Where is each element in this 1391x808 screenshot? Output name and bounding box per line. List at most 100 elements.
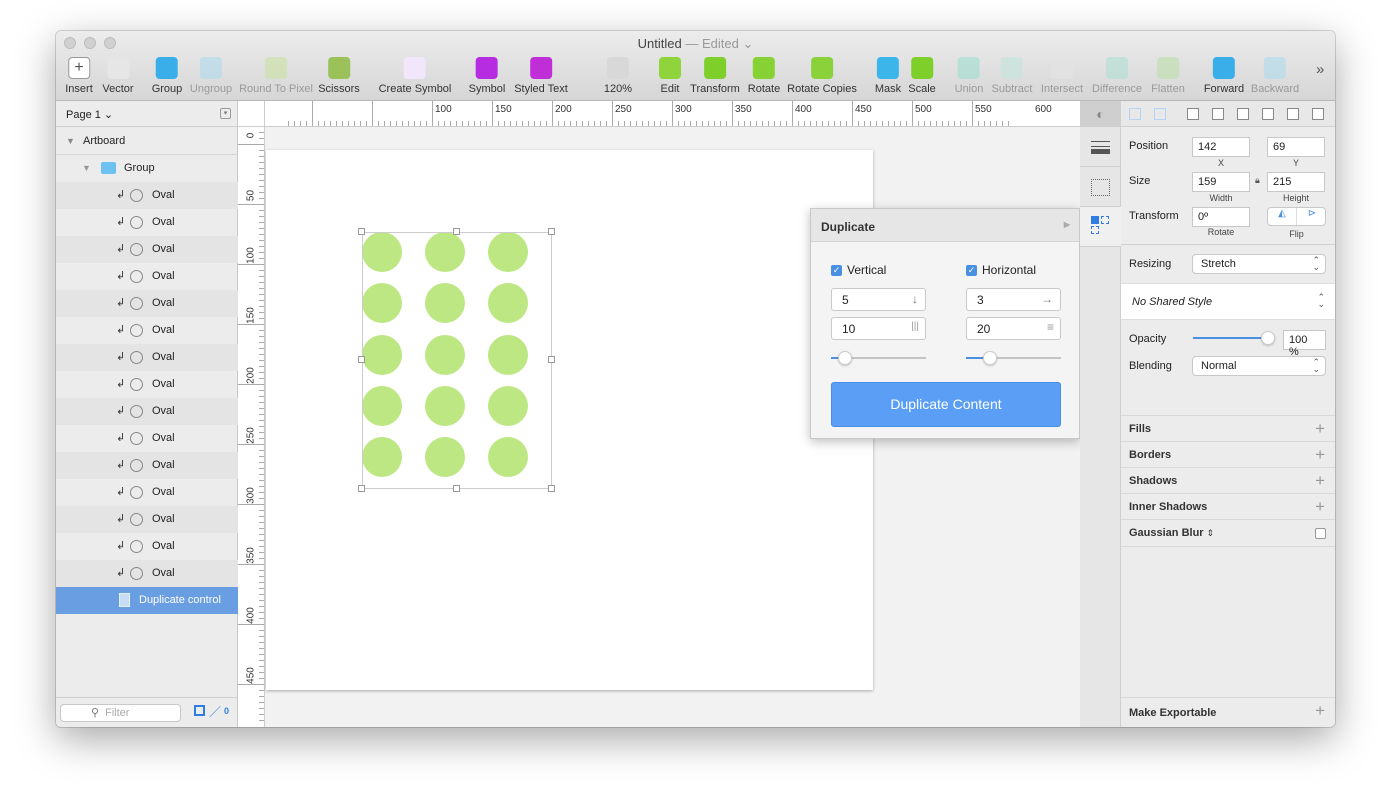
resize-handle[interactable] — [548, 228, 555, 235]
toolbar-rotate-button[interactable]: Rotate — [748, 57, 780, 95]
resize-handle[interactable] — [358, 356, 365, 363]
layer-oval[interactable]: ↲ Oval — [56, 398, 238, 425]
slider-knob[interactable] — [838, 351, 853, 365]
layer-oval[interactable]: ↲ Oval — [56, 263, 238, 290]
resize-handle[interactable] — [548, 485, 555, 492]
toolbar-backward-button[interactable]: Backward — [1251, 57, 1299, 95]
align-left-icon[interactable] — [1187, 108, 1199, 120]
borders-section[interactable]: Borders + — [1121, 441, 1335, 467]
duplicate-content-button[interactable]: Duplicate Content — [831, 382, 1061, 427]
resize-handle[interactable] — [453, 228, 460, 235]
horizontal-checkbox[interactable]: ✓ — [966, 265, 977, 276]
toolbar-flatten-button[interactable]: Flatten — [1151, 57, 1185, 95]
toolbar-transform-button[interactable]: Transform — [690, 57, 740, 95]
vertical-spacing-input[interactable]: 10 ||| — [831, 317, 926, 340]
toolbar-scissors-button[interactable]: Scissors — [318, 57, 360, 95]
toolbar-overflow-button[interactable]: » — [1316, 61, 1324, 78]
gaussian-blur-section[interactable]: Gaussian Blur ⇕ — [1121, 519, 1335, 547]
fills-section[interactable]: Fills + — [1121, 415, 1335, 441]
layer-oval[interactable]: ↲ Oval — [56, 371, 238, 398]
inner-shadows-section[interactable]: Inner Shadows + — [1121, 493, 1335, 519]
flip-vertical-button[interactable]: ⊳ — [1298, 208, 1326, 225]
opacity-slider[interactable] — [1193, 331, 1275, 345]
layer-oval[interactable]: ↲ Oval — [56, 209, 238, 236]
toolbar-rotate-copies-button[interactable]: Rotate Copies — [787, 57, 857, 95]
make-exportable-section[interactable]: Make Exportable + — [1121, 697, 1335, 727]
toolbar-120--button[interactable]: 120% — [604, 57, 632, 95]
pages-toggle-icon[interactable]: ▾ — [220, 108, 231, 119]
align-right-icon[interactable] — [1237, 108, 1249, 120]
toolbar-union-button[interactable]: Union — [955, 57, 983, 95]
rotate-input[interactable]: 0º — [1192, 207, 1250, 227]
distribute-vertical-icon[interactable] — [1154, 108, 1166, 120]
resizing-select[interactable]: Stretch ⌃ ⌄ — [1192, 254, 1326, 274]
toolbar-styled-text-button[interactable]: Styled Text — [514, 57, 568, 95]
lock-icon[interactable]: 🔒︎ — [1255, 175, 1260, 186]
width-input[interactable]: 159 — [1192, 172, 1250, 192]
horizontal-ruler[interactable]: 100150200250300350400450500550600650700 — [265, 101, 1080, 127]
align-middle-icon[interactable] — [1287, 108, 1299, 120]
slider-knob[interactable] — [982, 351, 997, 365]
toolbar-ungroup-button[interactable]: Ungroup — [190, 57, 232, 95]
add-icon[interactable]: + — [1315, 497, 1325, 517]
position-x-input[interactable]: 142 — [1192, 137, 1250, 157]
page-selector[interactable]: Page 1 ⌄ ▾ — [56, 101, 238, 127]
vertical-ruler[interactable]: 0 50 100 150 200 250 300 350 400 450 — [238, 127, 265, 727]
add-icon[interactable]: + — [1315, 445, 1325, 465]
shared-style-select[interactable]: No Shared Style ⌃ ⌄ — [1121, 283, 1335, 320]
toolbar-symbol-button[interactable]: Symbol — [469, 57, 505, 95]
resize-handle[interactable] — [453, 485, 460, 492]
toolbar-intersect-button[interactable]: Intersect — [1041, 57, 1083, 95]
resize-handle[interactable] — [358, 485, 365, 492]
document-name[interactable]: Untitled — [638, 36, 682, 51]
duplicate-panel-header[interactable]: Duplicate ▶ — [811, 209, 1079, 242]
layer-oval[interactable]: ↲ Oval — [56, 344, 238, 371]
color-picker-icon[interactable]: ◐ — [1080, 101, 1121, 127]
styles-filter-icon[interactable]: ／ — [209, 703, 221, 720]
height-input[interactable]: 215 — [1267, 172, 1325, 192]
distribute-horizontal-icon[interactable] — [1129, 108, 1141, 120]
slider-knob[interactable] — [1261, 331, 1275, 345]
shadows-section[interactable]: Shadows + — [1121, 467, 1335, 493]
add-icon[interactable]: + — [1315, 419, 1325, 439]
position-y-input[interactable]: 69 — [1267, 137, 1325, 157]
resize-handle[interactable] — [358, 228, 365, 235]
horizontal-count-input[interactable]: 3 → — [966, 288, 1061, 311]
align-center-h-icon[interactable] — [1212, 108, 1224, 120]
flip-horizontal-button[interactable]: ◭ — [1268, 208, 1297, 225]
layer-group[interactable]: ▼ Group — [56, 155, 238, 182]
vertical-spacing-slider[interactable] — [831, 351, 926, 365]
layer-oval[interactable]: ↲ Oval — [56, 182, 238, 209]
filter-input[interactable]: ⚲ Filter — [60, 704, 181, 722]
align-top-icon[interactable] — [1262, 108, 1274, 120]
blending-select[interactable]: Normal ⌃ ⌄ — [1192, 356, 1326, 376]
artboard[interactable] — [266, 150, 873, 690]
toolbar-create-symbol-button[interactable]: Create Symbol — [379, 57, 451, 95]
toolbar-scale-button[interactable]: Scale — [908, 57, 936, 95]
tab-duplicate[interactable] — [1080, 207, 1121, 247]
layer-oval[interactable]: ↲ Oval — [56, 533, 238, 560]
toolbar-vector-button[interactable]: Vector — [102, 57, 134, 95]
vertical-count-input[interactable]: 5 ↓ — [831, 288, 926, 311]
add-icon[interactable]: + — [1315, 471, 1325, 491]
blur-checkbox[interactable] — [1315, 528, 1326, 539]
toolbar-round-to-pixel-button[interactable]: Round To Pixel — [239, 57, 313, 95]
toolbar-forward-button[interactable]: Forward — [1204, 57, 1244, 95]
toolbar-mask-button[interactable]: Mask — [875, 57, 901, 95]
layer-oval[interactable]: ↲ Oval — [56, 236, 238, 263]
layer-oval[interactable]: ↲ Oval — [56, 479, 238, 506]
layer-duplicate-control[interactable]: Duplicate control — [56, 587, 238, 614]
layer-oval[interactable]: ↲ Oval — [56, 425, 238, 452]
toolbar-edit-button[interactable]: Edit — [659, 57, 681, 95]
align-bottom-icon[interactable] — [1312, 108, 1324, 120]
vertical-checkbox[interactable]: ✓ — [831, 265, 842, 276]
horizontal-spacing-input[interactable]: 20 ≡ — [966, 317, 1061, 340]
layer-artboard[interactable]: ▼ Artboard — [56, 128, 238, 155]
layer-oval[interactable]: ↲ Oval — [56, 506, 238, 533]
add-export-icon[interactable]: + — [1315, 701, 1325, 721]
symbols-filter-icon[interactable] — [194, 705, 205, 716]
tab-text-properties[interactable] — [1080, 167, 1121, 207]
layer-oval[interactable]: ↲ Oval — [56, 317, 238, 344]
toolbar-group-button[interactable]: Group — [152, 57, 182, 95]
toolbar-insert-button[interactable]: + Insert — [65, 57, 93, 95]
